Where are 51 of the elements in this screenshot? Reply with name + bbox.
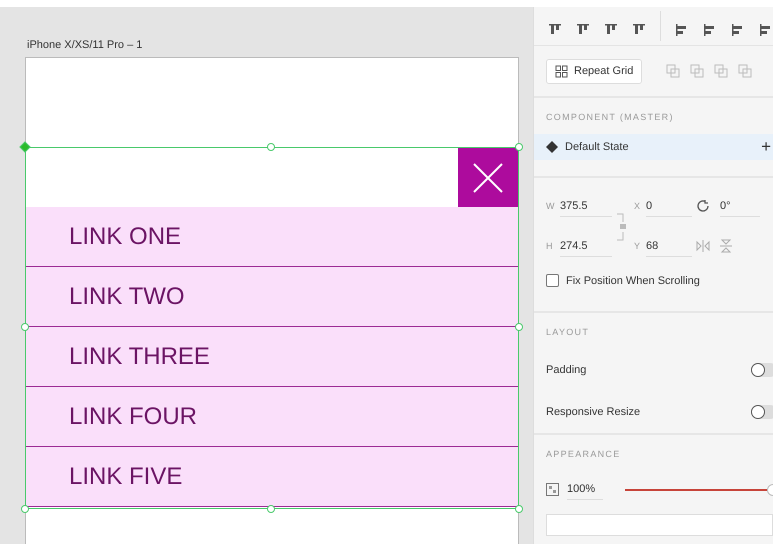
text-field[interactable] bbox=[546, 514, 773, 536]
selection-handle[interactable] bbox=[19, 141, 31, 153]
section-heading: LAYOUT bbox=[546, 326, 590, 339]
rotation-field[interactable]: 0° bbox=[720, 196, 760, 216]
align-icon[interactable] bbox=[548, 23, 562, 37]
field-label: X bbox=[634, 201, 642, 211]
menu-link[interactable]: LINK ONE bbox=[26, 207, 518, 267]
close-button[interactable] bbox=[458, 148, 518, 207]
state-row[interactable]: Default State + bbox=[534, 134, 773, 160]
align-icon[interactable] bbox=[759, 23, 773, 37]
field-label: Y bbox=[634, 241, 642, 251]
diamond-icon bbox=[546, 141, 558, 153]
width-field[interactable]: 375.5 bbox=[560, 196, 612, 216]
align-icon[interactable] bbox=[731, 23, 745, 37]
y-field[interactable]: 68 bbox=[646, 236, 692, 256]
rotate-icon bbox=[696, 199, 710, 213]
align-icon[interactable] bbox=[576, 23, 590, 37]
align-icon[interactable] bbox=[703, 23, 717, 37]
align-icon[interactable] bbox=[675, 23, 689, 37]
opacity-icon bbox=[546, 483, 559, 496]
align-icon[interactable] bbox=[604, 23, 618, 37]
artboard-title: iPhone X/XS/11 Pro – 1 bbox=[27, 39, 144, 51]
section-heading: COMPONENT (MASTER) bbox=[545, 111, 675, 124]
menu-link[interactable]: LINK FIVE bbox=[26, 447, 518, 507]
toggle-switch[interactable] bbox=[751, 405, 773, 419]
grid-icon bbox=[555, 64, 568, 78]
menu-link[interactable]: LINK FOUR bbox=[26, 387, 518, 447]
selection-handle[interactable] bbox=[267, 505, 275, 513]
x-field[interactable]: 0 bbox=[646, 196, 692, 216]
add-state-button[interactable]: + bbox=[761, 137, 771, 157]
option-label: Responsive Resize bbox=[546, 406, 640, 418]
selection-handle[interactable] bbox=[267, 143, 275, 151]
selection-handle[interactable] bbox=[21, 505, 29, 513]
section-heading: APPEARANCE bbox=[546, 448, 622, 461]
toggle-switch[interactable] bbox=[751, 363, 773, 377]
selection-handle[interactable] bbox=[21, 323, 29, 331]
height-field[interactable]: 274.5 bbox=[560, 236, 612, 256]
option-label: Padding bbox=[546, 364, 586, 376]
field-label: H bbox=[546, 241, 554, 251]
menu-link[interactable]: LINK THREE bbox=[26, 327, 518, 387]
menu-link[interactable]: LINK TWO bbox=[26, 267, 518, 327]
selection-handle[interactable] bbox=[515, 505, 523, 513]
repeat-grid-button[interactable]: Repeat Grid bbox=[546, 58, 642, 84]
checkbox-label: Fix Position When Scrolling bbox=[566, 274, 700, 286]
checkbox[interactable] bbox=[546, 274, 559, 287]
field-label: W bbox=[546, 201, 556, 211]
state-label: Default State bbox=[565, 141, 630, 153]
selection-handle[interactable] bbox=[515, 323, 523, 331]
opacity-field[interactable]: 100% bbox=[567, 479, 603, 500]
selection-handle[interactable] bbox=[515, 143, 523, 151]
align-icon[interactable] bbox=[632, 23, 646, 37]
